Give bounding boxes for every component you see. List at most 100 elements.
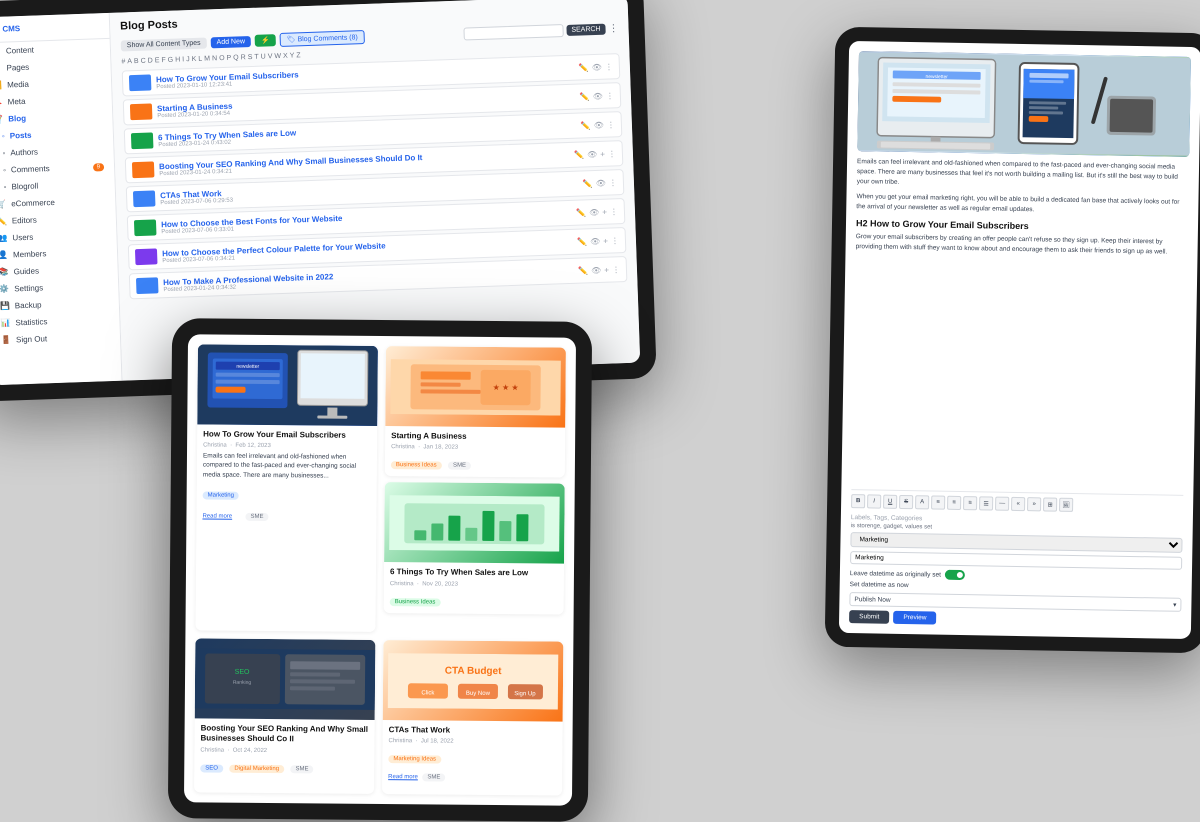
alpha-char[interactable]: I <box>182 56 184 63</box>
seo-tag1[interactable]: SEO <box>200 764 223 772</box>
submit-button[interactable]: Submit <box>849 610 889 624</box>
underline-button[interactable]: U <box>883 495 897 509</box>
edit-icon[interactable]: ✏️ <box>578 266 588 275</box>
alpha-char[interactable]: X <box>283 53 288 60</box>
table-button[interactable]: ⊞ <box>1043 497 1057 511</box>
alpha-char[interactable]: P <box>226 55 231 62</box>
image-button[interactable]: 🖼 <box>1059 498 1073 512</box>
hr-button[interactable]: — <box>995 497 1009 511</box>
category-select[interactable]: Marketing <box>850 532 1182 553</box>
alpha-char[interactable]: J <box>186 56 190 63</box>
add-icon[interactable]: + <box>603 236 608 245</box>
search-input[interactable] <box>463 24 563 40</box>
search-box: SEARCH ⋮ <box>463 22 619 40</box>
view-icon[interactable]: 👁 <box>592 62 602 71</box>
filter1-button[interactable]: ⚡ <box>255 34 276 47</box>
seo-tag2[interactable]: Digital Marketing <box>229 764 284 772</box>
alpha-char[interactable]: F <box>161 57 166 64</box>
add-icon[interactable]: + <box>602 207 607 216</box>
edit-icon[interactable]: ✏️ <box>580 92 590 101</box>
view-icon[interactable]: 👁 <box>589 207 599 216</box>
alpha-char[interactable]: R <box>241 54 246 61</box>
publish-select[interactable]: Publish Now ▾ <box>849 592 1181 612</box>
seo-tag3[interactable]: SME <box>290 765 313 773</box>
show-all-button[interactable]: Show All Content Types <box>121 37 207 51</box>
italic-button[interactable]: I <box>867 494 881 508</box>
alpha-char[interactable]: T <box>254 54 259 61</box>
tag-input[interactable] <box>850 551 1182 570</box>
alpha-char[interactable]: A <box>127 58 132 65</box>
sidebar-item-signout[interactable]: 🚪 Sign Out <box>0 328 120 349</box>
sidebar: ⚡ CMS 📄 Content 📋 Pages 🖼️ Media 🔖 Meta … <box>0 13 123 385</box>
featured-tag2[interactable]: SME <box>245 512 268 520</box>
alpha-char[interactable]: E <box>155 57 160 64</box>
align-center-button[interactable]: ≡ <box>947 496 961 510</box>
bold-button[interactable]: B <box>851 494 865 508</box>
ctas-tag1[interactable]: Marketing Ideas <box>388 755 441 763</box>
alpha-char[interactable]: N <box>212 55 217 62</box>
indent-button[interactable]: « <box>1011 497 1025 511</box>
alpha-char[interactable]: B <box>134 58 139 65</box>
more-icon[interactable]: ⋮ <box>609 178 617 187</box>
alpha-char[interactable]: S <box>248 54 253 61</box>
preview-button[interactable]: Preview <box>893 611 936 625</box>
more-icon[interactable]: ⋮ <box>612 265 620 274</box>
edit-icon[interactable]: ✏️ <box>581 121 591 130</box>
align-right-button[interactable]: ≡ <box>963 496 977 510</box>
starting-business-tag2[interactable]: SME <box>448 462 471 470</box>
alpha-char[interactable]: C <box>141 58 146 65</box>
more-options-icon[interactable]: ⋮ <box>608 23 618 34</box>
add-icon[interactable]: + <box>600 149 605 158</box>
starting-business-tag1[interactable]: Business Ideas <box>391 461 442 469</box>
view-icon[interactable]: 👁 <box>590 236 600 245</box>
edit-icon[interactable]: ✏️ <box>583 179 593 188</box>
edit-icon[interactable]: ✏️ <box>576 208 586 217</box>
outdent-button[interactable]: » <box>1027 497 1041 511</box>
more-icon[interactable]: ⋮ <box>610 207 618 216</box>
view-icon[interactable]: 👁 <box>587 149 597 158</box>
ctas-tag2[interactable]: SME <box>422 774 445 782</box>
more-icon[interactable]: ⋮ <box>605 62 613 71</box>
alpha-char[interactable]: U <box>261 53 266 60</box>
alpha-char[interactable]: H <box>175 56 180 63</box>
add-icon[interactable]: + <box>604 265 609 274</box>
align-left-button[interactable]: ≡ <box>931 495 945 509</box>
search-button[interactable]: SEARCH <box>566 23 606 35</box>
edit-icon[interactable]: ✏️ <box>574 150 584 159</box>
ctas-read-more[interactable]: Read more <box>388 774 418 780</box>
link-button[interactable]: A <box>915 495 929 509</box>
alpha-char[interactable]: # <box>121 58 125 65</box>
more-icon[interactable]: ⋮ <box>607 120 615 129</box>
sales-tag1[interactable]: Business Ideas <box>390 598 441 606</box>
alpha-char[interactable]: G <box>168 57 174 64</box>
filter2-button[interactable]: 🏷 Blog Comments (8) <box>279 30 365 47</box>
view-icon[interactable]: 👁 <box>594 120 604 129</box>
more-icon[interactable]: ⋮ <box>611 236 619 245</box>
featured-tag[interactable]: Marketing <box>203 491 239 499</box>
alpha-char[interactable]: V <box>268 53 273 60</box>
list-button[interactable]: ☰ <box>979 496 993 510</box>
view-icon[interactable]: 👁 <box>591 265 601 274</box>
guides-icon: 📚 <box>0 268 9 277</box>
alpha-char[interactable]: L <box>198 56 202 63</box>
leave-datetime-toggle[interactable] <box>945 570 965 580</box>
alpha-char[interactable]: Q <box>233 54 239 61</box>
featured-read-more[interactable]: Read more <box>202 513 232 519</box>
alpha-char[interactable]: M <box>204 55 210 62</box>
add-new-button[interactable]: Add New <box>210 35 251 47</box>
alpha-char[interactable]: Y <box>290 52 295 59</box>
edit-icon[interactable]: ✏️ <box>579 63 589 72</box>
settings-icon: ⚙️ <box>0 285 9 294</box>
more-icon[interactable]: ⋮ <box>608 149 616 158</box>
more-icon[interactable]: ⋮ <box>606 91 614 100</box>
strikethrough-button[interactable]: S <box>899 495 913 509</box>
view-icon[interactable]: 👁 <box>596 178 606 187</box>
editor-toolbar: B I U S A ≡ ≡ ≡ ☰ — « » ⊞ 🖼 <box>851 489 1183 514</box>
alpha-char[interactable]: O <box>219 55 225 62</box>
alpha-char[interactable]: K <box>192 56 197 63</box>
alpha-char[interactable]: D <box>148 57 153 64</box>
edit-icon[interactable]: ✏️ <box>577 237 587 246</box>
alpha-char[interactable]: Z <box>296 52 301 59</box>
view-icon[interactable]: 👁 <box>593 91 603 100</box>
alpha-char[interactable]: W <box>274 53 281 60</box>
